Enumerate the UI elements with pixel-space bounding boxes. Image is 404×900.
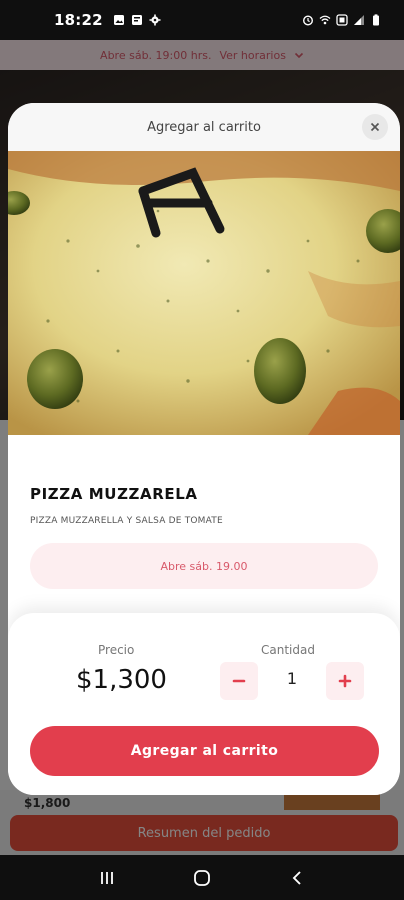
quantity-value: 1: [286, 669, 298, 688]
data-saver-icon: [336, 14, 348, 26]
product-image: [8, 151, 400, 435]
price-value: $1,300: [76, 665, 167, 695]
quantity-decrease-button[interactable]: [220, 662, 258, 700]
wifi-icon: [319, 15, 331, 25]
alarm-icon: [302, 15, 314, 26]
close-icon: [370, 122, 380, 132]
status-time: 18:22: [54, 11, 103, 29]
add-to-cart-button[interactable]: Agregar al carrito: [30, 726, 379, 776]
schedule-notice: Abre sáb. 19.00: [30, 543, 378, 589]
status-bar: 18:22: [0, 0, 404, 40]
product-description: PIZZA MUZZARELLA Y SALSA DE TOMATE: [30, 516, 223, 526]
home-icon: [194, 869, 210, 886]
home-button[interactable]: [187, 863, 217, 893]
quantity-label: Cantidad: [261, 643, 315, 657]
settings-icon: [149, 14, 161, 26]
modal-header: Agregar al carrito: [8, 103, 400, 151]
notification-icon: [131, 15, 142, 25]
recent-apps-icon: [101, 871, 114, 884]
gallery-icon: [113, 15, 124, 25]
pizza-illustration: [8, 151, 400, 435]
minus-icon: [232, 679, 246, 683]
product-name: PIZZA MUZZARELA: [30, 485, 198, 503]
system-nav-bar: [0, 855, 404, 900]
recent-apps-button[interactable]: [92, 863, 122, 893]
back-button[interactable]: [282, 863, 312, 893]
modal-title: Agregar al carrito: [147, 119, 261, 135]
plus-icon: [338, 674, 352, 688]
back-icon: [292, 870, 301, 885]
checkout-card: Precio $1,300 Cantidad 1 Agregar al carr…: [8, 613, 400, 795]
add-to-cart-modal: Agregar al carrito PIZZA MUZZARELA PIZZA…: [8, 103, 400, 795]
quantity-increase-button[interactable]: [326, 662, 364, 700]
signal-icon: [354, 15, 364, 25]
close-button[interactable]: [362, 114, 388, 140]
product-info: PIZZA MUZZARELA PIZZA MUZZARELLA Y SALSA…: [8, 485, 400, 589]
battery-icon: [373, 14, 379, 26]
price-label: Precio: [98, 643, 135, 657]
